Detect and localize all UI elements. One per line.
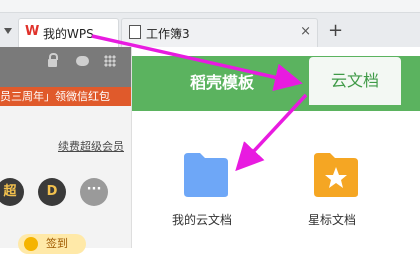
tab-my-wps[interactable]: W 我的WPS: [18, 18, 119, 47]
docer-logo-text: 稻壳模板: [190, 73, 255, 92]
promo-banner[interactable]: 员三周年」领微信红包: [0, 87, 131, 106]
cloud-tab-label: 云文档: [330, 71, 379, 90]
tab-cloud-docs[interactable]: 云文档: [309, 57, 401, 105]
super-member-icon[interactable]: 超: [0, 178, 24, 206]
folder-label: 星标文档: [308, 213, 357, 227]
signin-label: 签到: [46, 237, 68, 250]
lock-shackle-icon: [49, 53, 58, 60]
folder-label: 我的云文档: [172, 213, 233, 227]
coin-icon: [24, 237, 38, 251]
more-icon[interactable]: ···: [80, 178, 108, 206]
new-tab-button[interactable]: +: [328, 20, 343, 41]
tab-menu-arrow-icon[interactable]: [4, 28, 12, 34]
wps-logo-icon: W: [25, 24, 40, 39]
close-tab-button[interactable]: ×: [300, 24, 311, 39]
main-area: 稻壳模板 云文档 我的云文档 星标文档: [132, 47, 420, 248]
message-icon[interactable]: [76, 56, 89, 66]
docer-logo[interactable]: 稻壳模板: [190, 69, 254, 93]
tab-workbook[interactable]: 工作簿3 ×: [121, 18, 318, 47]
my-cloud-docs-folder[interactable]: 我的云文档: [170, 151, 250, 236]
lock-icon[interactable]: [48, 59, 57, 67]
renew-member-link[interactable]: 续费超级会员: [58, 138, 124, 154]
apps-grid-icon[interactable]: [104, 55, 116, 67]
tab-label: 工作簿3: [146, 27, 190, 41]
window-top-strip: [0, 0, 420, 13]
signin-button[interactable]: 签到: [18, 234, 86, 254]
docer-icon[interactable]: D: [38, 178, 66, 206]
spreadsheet-icon: [129, 25, 141, 39]
sidebar: 员三周年」领微信红包 续费超级会员 超 D ··· 签到: [0, 47, 132, 254]
starred-docs-folder[interactable]: 星标文档: [304, 151, 384, 236]
blue-folder-icon: [184, 153, 228, 197]
star-folder-icon: [314, 153, 358, 197]
tab-label: 我的WPS: [43, 27, 94, 41]
promo-banner-text: 员三周年」领微信红包: [0, 90, 110, 103]
